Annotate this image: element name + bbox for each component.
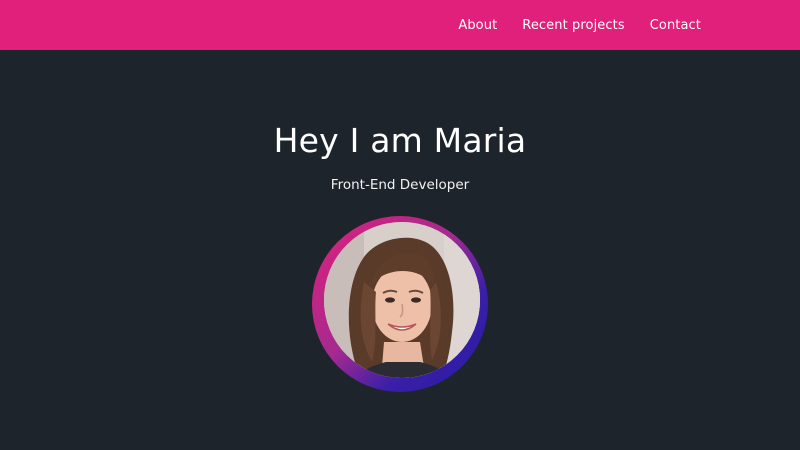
profile-photo (324, 222, 480, 378)
main-nav: About Recent projects Contact (458, 0, 701, 50)
hero-subtitle: Front-End Developer (330, 177, 470, 193)
avatar (312, 216, 488, 392)
nav-link-contact[interactable]: Contact (650, 18, 701, 33)
top-navigation-bar: About Recent projects Contact (0, 0, 800, 50)
page: About Recent projects Contact Hey I am M… (0, 0, 800, 450)
hero-title: Hey I am Maria (273, 121, 527, 160)
nav-link-recent-projects[interactable]: Recent projects (522, 18, 624, 33)
nav-link-about[interactable]: About (458, 18, 497, 33)
profile-photo-illustration (324, 222, 480, 378)
